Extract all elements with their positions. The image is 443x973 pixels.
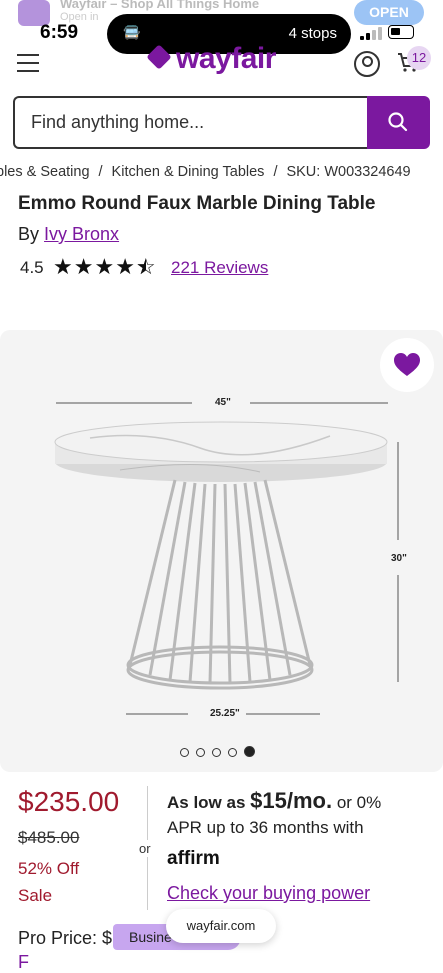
product-brand-line: By Ivy Bronx xyxy=(18,224,119,245)
battery-icon xyxy=(388,25,414,39)
star-icon: ★ xyxy=(94,254,116,279)
star-icon: ★ xyxy=(115,254,136,279)
pro-price: Pro Price: $ xyxy=(18,928,112,949)
affirm-logo: affirm xyxy=(167,848,220,869)
dimension-base: 25.25" xyxy=(210,708,240,719)
breadcrumb-sku: SKU: W003324649 xyxy=(286,164,411,180)
finance-prefix: As low as xyxy=(167,793,246,812)
breadcrumb-item[interactable]: Kitchen & Dining Tables xyxy=(112,164,265,180)
carousel-dots xyxy=(180,744,262,762)
bus-icon: 🚍 xyxy=(123,24,141,40)
search-field[interactable] xyxy=(13,96,369,149)
search-input[interactable] xyxy=(15,98,369,147)
finance-suffix: or 0% xyxy=(336,793,382,812)
url-pill[interactable]: wayfair.com xyxy=(166,909,276,943)
rating-stars: ★★★★☆★ xyxy=(53,254,157,280)
pro-price-value: $ xyxy=(102,928,113,948)
breadcrumb: bles & Seating / Kitchen & Dining Tables / S… xyxy=(0,164,411,180)
carousel-dot[interactable] xyxy=(180,748,189,757)
open-app-button[interactable]: OPEN xyxy=(354,0,424,25)
product-title: Emmo Round Faux Marble Dining Table xyxy=(18,193,376,214)
account-icon[interactable] xyxy=(354,51,380,77)
rating-value: 4.5 xyxy=(20,258,44,277)
financing-line-1: As low as $15/mo. or 0% xyxy=(167,788,381,814)
original-price: $485.00 xyxy=(18,828,80,847)
menu-icon[interactable] xyxy=(17,54,39,72)
dimension-width: 45" xyxy=(215,397,231,408)
breadcrumb-separator: / xyxy=(273,164,278,180)
bottom-text: F xyxy=(18,952,29,972)
by-label: By xyxy=(18,224,40,244)
search-button[interactable] xyxy=(367,96,430,149)
carousel-dot-active[interactable] xyxy=(244,746,255,757)
discount-percent: 52% Off xyxy=(18,859,80,878)
app-banner-title: Wayfair – Shop All Things Home xyxy=(60,0,260,11)
island-text: 4 stops xyxy=(288,25,337,42)
wayfair-logo[interactable]: wayfair xyxy=(146,42,276,76)
signal-icon xyxy=(360,26,382,40)
cart-count-badge: 12 xyxy=(407,46,431,70)
logo-text: wayfair xyxy=(176,42,276,75)
breadcrumb-item[interactable]: bles & Seating xyxy=(0,164,90,180)
financing-line-2: APR up to 36 months with xyxy=(167,818,364,837)
logo-mark-icon xyxy=(146,44,172,70)
search-icon xyxy=(388,112,408,132)
brand-link[interactable]: Ivy Bronx xyxy=(44,224,119,244)
check-buying-power-link[interactable]: Check your buying power xyxy=(167,883,370,904)
star-icon: ★ xyxy=(73,254,95,279)
or-label: or xyxy=(139,840,151,857)
star-icon: ★ xyxy=(53,254,74,279)
finance-amount: $15/mo. xyxy=(250,788,333,813)
carousel-dot[interactable] xyxy=(228,748,237,757)
dimension-height: 30" xyxy=(391,553,407,564)
breadcrumb-separator: / xyxy=(98,164,103,180)
reviews-link[interactable]: 221 Reviews xyxy=(171,258,268,278)
carousel-dot[interactable] xyxy=(212,748,221,757)
half-star-icon: ☆★ xyxy=(135,254,157,279)
status-time: 6:59 xyxy=(40,22,79,43)
sale-label: Sale xyxy=(18,886,53,905)
carousel-dot[interactable] xyxy=(196,748,205,757)
pro-price-label: Pro Price: xyxy=(18,928,98,948)
sale-price: $235.00 xyxy=(18,786,120,817)
